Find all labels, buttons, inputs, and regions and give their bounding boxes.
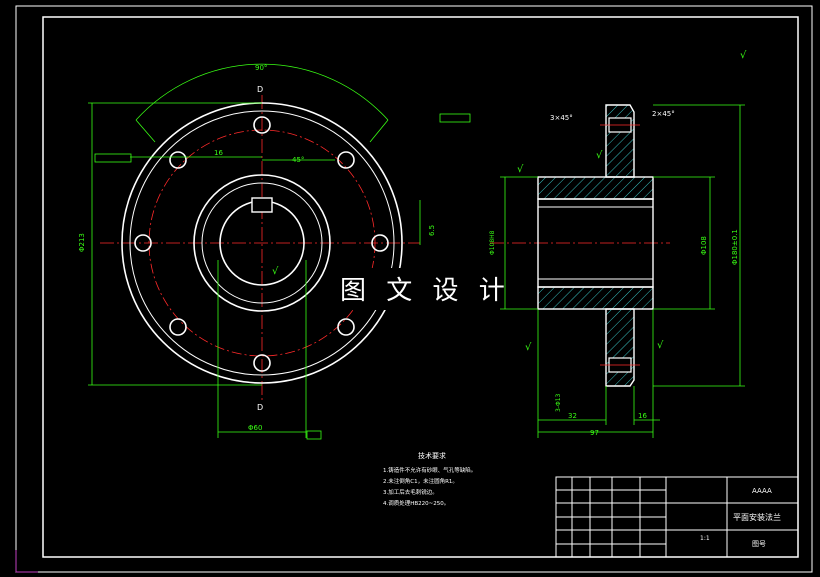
dim-total-label: 97 [590, 429, 599, 437]
cad-drawing: 90° 45° 16 Φ213 Φ60 6.5 D D 3×45° 2×45° … [15, 5, 813, 573]
svg-text:√: √ [525, 342, 532, 353]
watermark: 图 文 设 计 [340, 276, 511, 306]
dim-flange-label: 16 [638, 412, 647, 420]
notes-line-2: 2.未注倒角C1，未注圆角R1。 [383, 477, 458, 485]
pitch-label: 16 [214, 149, 223, 157]
notes-line-3: 3.加工后去毛刺锐边。 [383, 488, 438, 496]
dia-mid-label: Φ108 [700, 236, 708, 255]
notes-line-4: 4.调质处理HB220~250。 [383, 499, 449, 507]
title-scale: 1:1 [700, 535, 710, 542]
title-part-name: 平面安装法兰 [733, 512, 781, 522]
dim-width-label: 32 [568, 412, 577, 420]
front-view [88, 63, 421, 438]
dia-right-label: Φ180±0.1 [731, 229, 739, 265]
title-company: AAAA [752, 487, 772, 495]
svg-text:√: √ [517, 164, 524, 175]
side-view [490, 104, 745, 438]
section-mark-top: D [257, 85, 263, 94]
keyway-label: 6.5 [428, 225, 436, 236]
svg-text:√: √ [740, 50, 747, 61]
bolt-circle-label: Φ60 [248, 424, 262, 432]
hole-label: 3-Φ13 [555, 393, 562, 412]
bolt-angle-label: 45° [292, 156, 304, 164]
svg-text:√: √ [657, 340, 664, 351]
svg-text:√: √ [272, 266, 279, 277]
notes-heading: 技术要求 [418, 451, 446, 460]
title-drawing-no: 图号 [752, 540, 766, 548]
angle-label: 90° [255, 64, 267, 72]
chamfer-left-label: 3×45° [550, 114, 573, 122]
svg-text:√: √ [596, 150, 603, 161]
chamfer-right-label: 2×45° [652, 110, 675, 118]
notes-line-1: 1.铸造件不允许有砂眼、气孔等缺陷。 [383, 466, 476, 474]
dia-left-label: Φ108H8 [489, 230, 496, 255]
ucs-icon [15, 550, 38, 573]
outer-dia-label: Φ213 [78, 233, 86, 252]
section-mark-bottom: D [257, 403, 263, 412]
